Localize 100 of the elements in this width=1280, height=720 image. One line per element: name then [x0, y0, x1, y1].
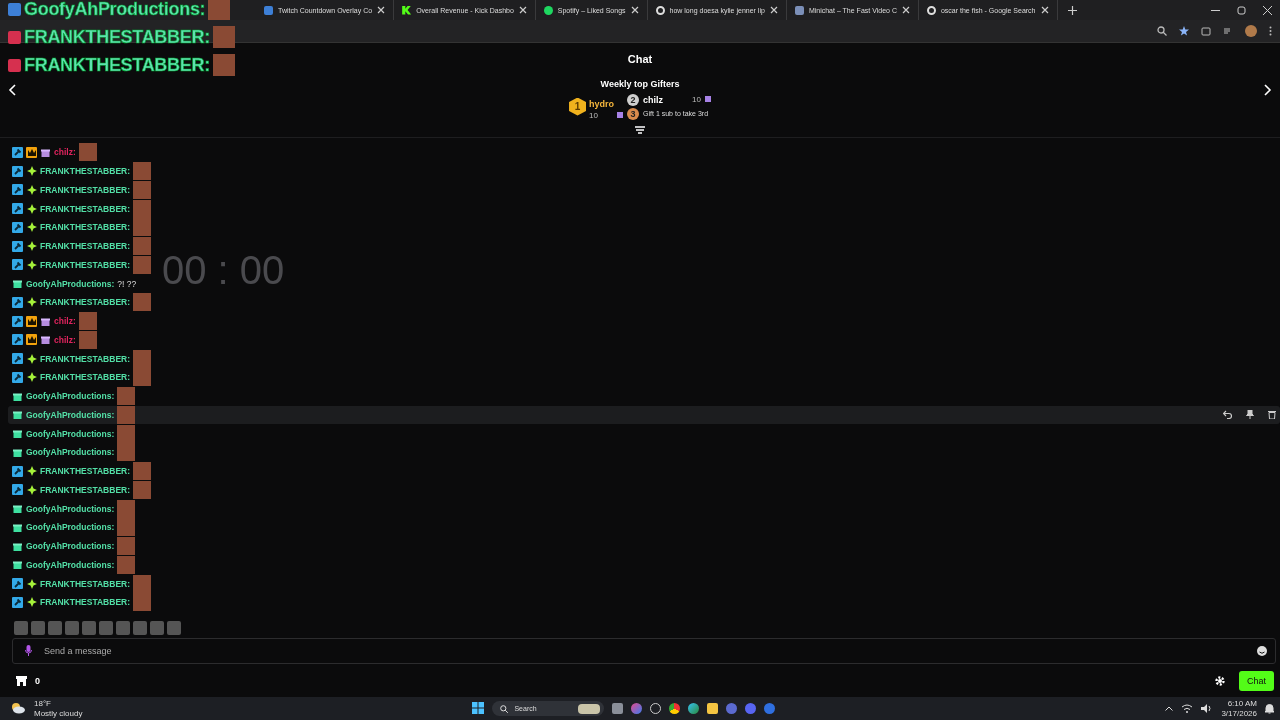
message-row[interactable]: FRANKTHESTABBER:	[12, 461, 152, 481]
message-input[interactable]: Send a message	[42, 645, 1247, 657]
chrome-icon[interactable]	[669, 703, 681, 714]
music-icon	[543, 5, 553, 15]
emote-image	[212, 26, 235, 48]
message-bar[interactable]: Send a message	[12, 638, 1276, 664]
username[interactable]: chilz:	[54, 147, 76, 158]
message-row[interactable]: GoofyAhProductions:	[12, 499, 136, 518]
zoom-icon[interactable]	[1157, 26, 1167, 36]
clock-time[interactable]: 6:10 AM	[1227, 699, 1257, 709]
username[interactable]: GoofyAhProductions:	[26, 559, 115, 570]
message-row[interactable]: GoofyAhProductions:	[12, 386, 136, 406]
moderator-badge-icon	[12, 165, 23, 177]
message-row[interactable]: FRANKTHESTABBER:	[12, 180, 152, 200]
message-row[interactable]: FRANKTHESTABBER:	[12, 574, 152, 593]
username[interactable]: FRANKTHESTABBER:	[40, 241, 131, 252]
username[interactable]: GoofyAhProductions:	[26, 503, 115, 514]
windows-start-icon[interactable]	[472, 701, 485, 716]
message-row[interactable]: FRANKTHESTABBER:	[12, 593, 152, 612]
close-tab-icon[interactable]	[630, 6, 639, 14]
sparkle-badge-icon	[26, 296, 37, 308]
kebab-menu-icon[interactable]	[1269, 26, 1272, 36]
clock-date[interactable]: 3/17/2026	[1221, 708, 1257, 718]
pin-icon[interactable]	[1246, 410, 1254, 419]
avatar-icon[interactable]	[1245, 25, 1257, 37]
wifi-icon[interactable]	[1181, 704, 1194, 713]
colorful-app-icon[interactable]	[631, 703, 643, 714]
notification-bell-icon[interactable]	[1265, 703, 1274, 714]
message-row[interactable]: FRANKTHESTABBER:	[12, 218, 152, 237]
username[interactable]: FRANKTHESTABBER:	[40, 259, 131, 270]
message-row[interactable]: FRANKTHESTABBER:	[12, 480, 152, 500]
moderator-badge-icon	[12, 353, 23, 365]
username[interactable]: FRANKTHESTABBER:	[40, 353, 131, 364]
reply-icon[interactable]	[1223, 410, 1232, 419]
gift-icon	[617, 111, 624, 118]
message-row[interactable]: FRANKTHESTABBER:	[12, 255, 152, 275]
username[interactable]: FRANKTHESTABBER:	[40, 222, 131, 233]
countdown-timer: 00 : 00	[162, 248, 285, 293]
moderator-badge-icon	[12, 465, 23, 477]
cloud-icon[interactable]	[10, 701, 26, 716]
chevron-up-icon[interactable]	[1165, 706, 1174, 711]
speaker-icon[interactable]	[1201, 704, 1214, 713]
message-row[interactable]: FRANKTHESTABBER:	[12, 349, 152, 368]
username[interactable]: GoofyAhProductions:	[26, 522, 115, 533]
edge-icon[interactable]	[688, 703, 700, 714]
emote-image	[117, 443, 136, 462]
trash-icon[interactable]	[1268, 410, 1276, 419]
username[interactable]: FRANKTHESTABBER:	[40, 297, 131, 308]
emote-image	[117, 537, 136, 556]
username[interactable]: FRANKTHESTABBER:	[40, 466, 131, 477]
username[interactable]: FRANKTHESTABBER:	[40, 184, 131, 195]
username[interactable]: chilz:	[54, 334, 76, 345]
message-row[interactable]: GoofyAhProductions:	[8, 405, 1280, 425]
username[interactable]: GoofyAhProductions:	[26, 541, 115, 552]
expand-icon[interactable]	[635, 125, 645, 134]
message-row[interactable]: FRANKTHESTABBER:	[12, 199, 152, 218]
username[interactable]: chilz:	[54, 316, 76, 327]
moderator-badge-icon	[12, 146, 23, 158]
moderator-badge-icon	[12, 240, 23, 252]
message-row[interactable]: GoofyAhProductions: ?! ??	[12, 274, 137, 293]
arc-app-icon[interactable]	[764, 703, 776, 714]
username[interactable]: GoofyAhProductions:	[26, 391, 115, 402]
username[interactable]: GoofyAhProductions:	[26, 278, 115, 289]
message-row[interactable]: chilz:	[12, 143, 97, 162]
message-row[interactable]: FRANKTHESTABBER:	[12, 368, 152, 387]
sparkle-badge-icon	[26, 578, 37, 590]
close-tab-icon[interactable]	[769, 6, 778, 14]
file-icon[interactable]	[612, 703, 624, 714]
message-row[interactable]: FRANKTHESTABBER:	[12, 236, 152, 256]
discord-icon[interactable]	[745, 703, 757, 714]
username[interactable]: FRANKTHESTABBER:	[40, 372, 131, 383]
close-tab-icon[interactable]	[901, 6, 910, 14]
username[interactable]: FRANKTHESTABBER:	[40, 203, 131, 214]
folder-icon[interactable]	[707, 703, 719, 714]
chat-button[interactable]: Chat	[1239, 670, 1274, 691]
message-row[interactable]: GoofyAhProductions:	[12, 443, 136, 462]
username[interactable]: FRANKTHESTABBER:	[40, 597, 131, 608]
close-tab-icon[interactable]	[518, 6, 527, 14]
star-icon[interactable]	[1179, 26, 1189, 36]
message-row[interactable]: chilz:	[12, 311, 97, 331]
message-row[interactable]: chilz:	[12, 330, 97, 350]
globe-app-icon[interactable]	[726, 703, 738, 714]
crown-badge-icon	[26, 315, 37, 327]
username[interactable]: GoofyAhProductions:	[26, 409, 115, 420]
message-row[interactable]: GoofyAhProductions:	[12, 555, 136, 575]
close-tab-icon[interactable]	[1040, 6, 1049, 14]
username[interactable]: FRANKTHESTABBER:	[40, 578, 131, 589]
message-row[interactable]: FRANKTHESTABBER:	[12, 161, 152, 181]
username[interactable]: GoofyAhProductions:	[26, 428, 115, 439]
username[interactable]: FRANKTHESTABBER:	[40, 166, 131, 177]
emote-image	[117, 518, 136, 537]
message-row[interactable]: FRANKTHESTABBER:	[12, 293, 152, 312]
username[interactable]: GoofyAhProductions:	[26, 447, 115, 458]
message-row[interactable]: GoofyAhProductions:	[12, 518, 136, 537]
message-row[interactable]: GoofyAhProductions:	[12, 424, 136, 443]
moderator-badge-icon	[12, 596, 23, 608]
new-tab-icon[interactable]	[1067, 5, 1077, 15]
close-tab-icon[interactable]	[377, 6, 386, 14]
message-row[interactable]: GoofyAhProductions:	[12, 536, 136, 556]
username[interactable]: FRANKTHESTABBER:	[40, 484, 131, 495]
